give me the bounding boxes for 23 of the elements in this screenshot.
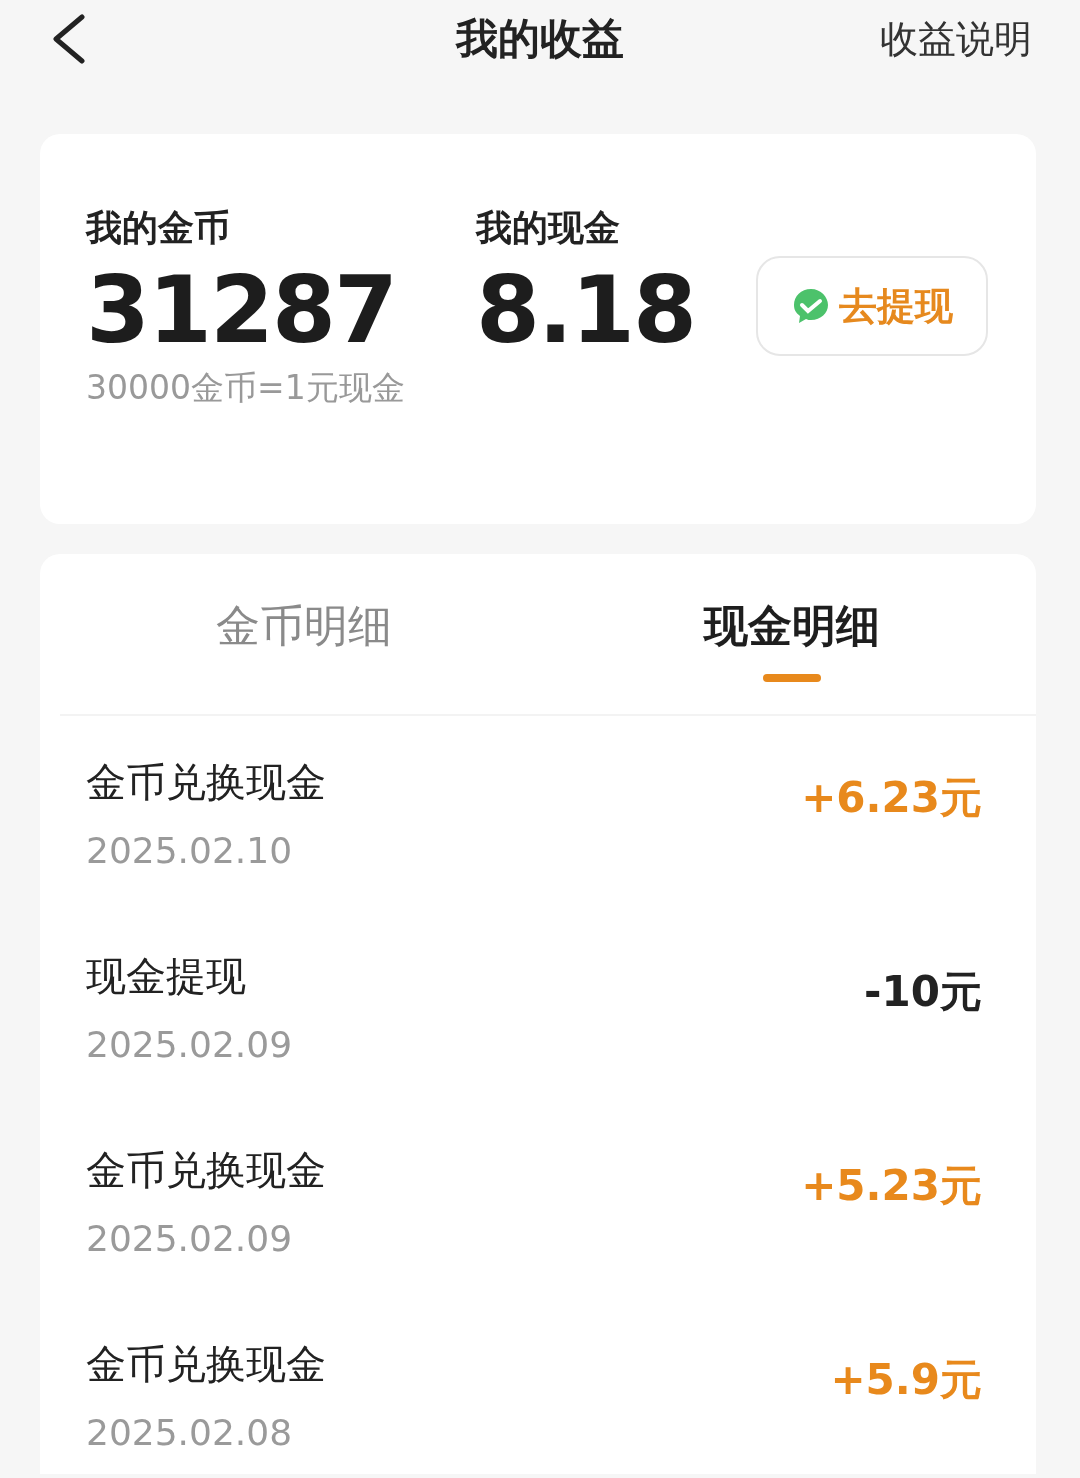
cash-balance: 8.18 bbox=[476, 256, 696, 366]
earnings-info-link[interactable]: 收益说明 bbox=[880, 13, 1032, 65]
record-date: 2025.02.08 bbox=[86, 1412, 294, 1453]
coin-balance: 31287 bbox=[86, 256, 398, 366]
chat-check-icon bbox=[791, 286, 831, 326]
cash-label: 我的现金 bbox=[476, 206, 621, 250]
record-date: 2025.02.09 bbox=[86, 1218, 294, 1259]
tab[interactable]: 现金明细 bbox=[704, 596, 880, 656]
record-title: 金币兑换现金 bbox=[86, 758, 326, 807]
record-amount: +6.23元 bbox=[801, 772, 982, 824]
record-amount: +5.9元 bbox=[830, 1354, 982, 1406]
back-icon[interactable] bbox=[50, 14, 86, 64]
record-title: 现金提现 bbox=[86, 952, 247, 1001]
record-amount: +5.23元 bbox=[801, 1160, 982, 1212]
exchange-rate-note: 30000金币=1元现金 bbox=[86, 368, 405, 407]
record-title: 金币兑换现金 bbox=[86, 1340, 326, 1389]
tab-indicator bbox=[763, 673, 821, 682]
record-date: 2025.02.10 bbox=[86, 830, 294, 871]
record-title: 金币兑换现金 bbox=[86, 1146, 326, 1195]
coins-label: 我的金币 bbox=[86, 206, 231, 250]
page-title: 我的收益 bbox=[456, 14, 624, 63]
record-date: 2025.02.09 bbox=[86, 1024, 293, 1065]
record-amount: -10元 bbox=[864, 966, 982, 1018]
